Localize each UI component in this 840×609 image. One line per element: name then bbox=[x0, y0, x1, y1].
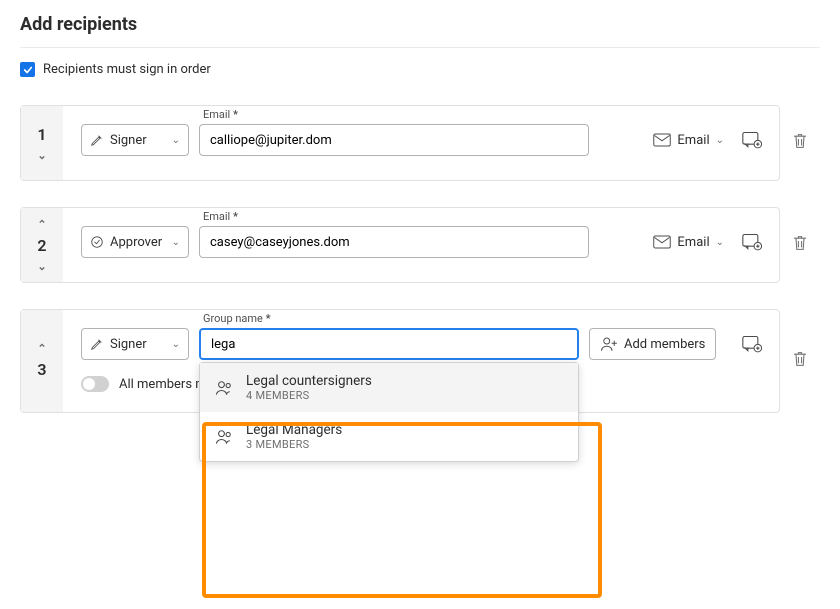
chevron-down-icon: ⌄ bbox=[716, 135, 724, 146]
private-message-button[interactable] bbox=[741, 333, 763, 355]
email-field-label: Email * bbox=[203, 210, 238, 223]
envelope-icon bbox=[653, 133, 671, 147]
chevron-down-icon: ⌄ bbox=[716, 237, 724, 248]
group-option-name: Legal Managers bbox=[246, 422, 342, 438]
message-plus-icon bbox=[742, 131, 762, 149]
message-plus-icon bbox=[742, 233, 762, 251]
private-message-button[interactable] bbox=[741, 231, 763, 253]
private-message-button[interactable] bbox=[741, 129, 763, 151]
pen-icon bbox=[90, 337, 104, 351]
chevron-down-icon: ⌄ bbox=[172, 135, 180, 146]
move-down-icon[interactable]: ⌄ bbox=[37, 150, 46, 161]
group-option-members: 4 MEMBERS bbox=[246, 389, 372, 402]
add-members-label: Add members bbox=[624, 337, 705, 352]
order-handle[interactable]: 1 ⌄ bbox=[21, 106, 63, 180]
trash-icon bbox=[792, 234, 808, 252]
check-circle-icon bbox=[90, 235, 104, 249]
checkmark-icon bbox=[23, 65, 33, 75]
email-input[interactable] bbox=[199, 226, 589, 258]
divider bbox=[20, 47, 820, 48]
order-number: 2 bbox=[37, 236, 46, 255]
order-handle[interactable]: ⌃ 3 bbox=[21, 310, 63, 412]
role-select[interactable]: Signer ⌄ bbox=[81, 328, 189, 360]
group-field-label: Group name * bbox=[203, 312, 271, 325]
delete-recipient-button[interactable] bbox=[792, 350, 808, 372]
group-name-input[interactable] bbox=[199, 328, 579, 360]
message-plus-icon bbox=[742, 335, 762, 353]
chevron-down-icon: ⌄ bbox=[172, 339, 180, 350]
page-title: Add recipients bbox=[20, 14, 820, 35]
delivery-select[interactable]: Email ⌄ bbox=[650, 128, 727, 153]
pen-icon bbox=[90, 133, 104, 147]
sign-in-order-label: Recipients must sign in order bbox=[43, 62, 211, 77]
person-plus-icon bbox=[600, 336, 618, 352]
delivery-label: Email bbox=[677, 133, 709, 148]
trash-icon bbox=[792, 350, 808, 368]
delivery-label: Email bbox=[677, 235, 709, 250]
move-up-icon[interactable]: ⌃ bbox=[37, 343, 46, 354]
group-option-members: 3 MEMBERS bbox=[246, 438, 342, 451]
delivery-select[interactable]: Email ⌄ bbox=[650, 230, 727, 255]
delete-recipient-button[interactable] bbox=[792, 234, 808, 256]
order-number: 1 bbox=[37, 125, 46, 144]
email-field-label: Email * bbox=[203, 108, 238, 121]
role-select[interactable]: Signer ⌄ bbox=[81, 124, 189, 156]
group-option-name: Legal countersigners bbox=[246, 373, 372, 389]
group-option[interactable]: Legal Managers 3 MEMBERS bbox=[200, 412, 578, 461]
group-suggestions-dropdown: Legal countersigners 4 MEMBERS Legal Man… bbox=[199, 362, 579, 462]
role-label: Approver bbox=[110, 235, 162, 250]
role-label: Signer bbox=[110, 337, 147, 352]
recipient-row: ⌃ 3 Signer ⌄ Group name * bbox=[20, 309, 780, 413]
group-icon bbox=[214, 427, 234, 447]
trash-icon bbox=[792, 132, 808, 150]
order-number: 3 bbox=[37, 360, 46, 379]
delete-recipient-button[interactable] bbox=[792, 132, 808, 154]
all-members-toggle[interactable] bbox=[81, 376, 109, 392]
role-label: Signer bbox=[110, 133, 147, 148]
move-down-icon[interactable]: ⌄ bbox=[37, 261, 46, 272]
order-handle[interactable]: ⌃ 2 ⌄ bbox=[21, 208, 63, 282]
group-icon bbox=[214, 378, 234, 398]
role-select[interactable]: Approver ⌄ bbox=[81, 226, 189, 258]
add-members-button[interactable]: Add members bbox=[589, 328, 716, 360]
sign-in-order-checkbox[interactable] bbox=[20, 62, 35, 77]
envelope-icon bbox=[653, 235, 671, 249]
recipient-row: 1 ⌄ Signer ⌄ Email * bbox=[20, 105, 780, 181]
chevron-down-icon: ⌄ bbox=[172, 237, 180, 248]
move-up-icon[interactable]: ⌃ bbox=[37, 219, 46, 230]
email-input[interactable] bbox=[199, 124, 589, 156]
group-option[interactable]: Legal countersigners 4 MEMBERS bbox=[200, 363, 578, 412]
recipient-row: ⌃ 2 ⌄ Approver ⌄ Email * bbox=[20, 207, 780, 283]
